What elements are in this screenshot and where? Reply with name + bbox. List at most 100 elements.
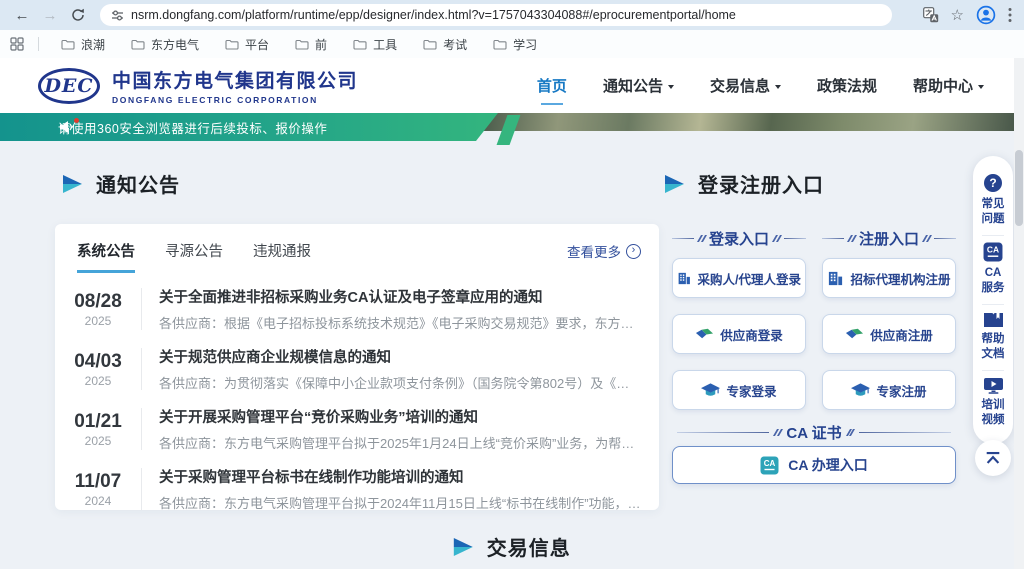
announcement-row[interactable]: 08/28 2025 关于全面推进非招标采购业务CA认证及电子签章应用的通知 各… xyxy=(55,279,659,339)
nav-label: 帮助中心 xyxy=(913,75,973,96)
announcement-row[interactable]: 01/21 2025 关于开展采购管理平台“竞价采购业务”培训的通知 各供应商：… xyxy=(55,399,659,459)
main-nav: 首页 通知公告 交易信息 政策法规 帮助中心 xyxy=(537,75,984,96)
supplier-login-button[interactable]: 供应商登录 xyxy=(672,314,806,354)
announcement-row[interactable]: 11/07 2024 关于采购管理平台标书在线制作功能培训的通知 各供应商：东方… xyxy=(55,459,659,519)
button-label: 招标代理机构注册 xyxy=(850,269,950,288)
building-icon xyxy=(827,270,844,287)
chevron-down-icon xyxy=(668,85,674,89)
handshake-icon xyxy=(695,327,714,341)
chevron-down-icon xyxy=(978,85,984,89)
translate-icon[interactable] xyxy=(923,7,939,23)
announcements-section-title: 通知公告 xyxy=(60,169,180,198)
decorative-line xyxy=(859,432,951,433)
profile-avatar-icon[interactable] xyxy=(976,5,996,25)
folder-icon xyxy=(295,39,309,50)
button-label: 专家登录 xyxy=(726,381,776,400)
back-button[interactable]: ← xyxy=(10,3,34,27)
tab-sourcing-announcements[interactable]: 寻源公告 xyxy=(165,240,223,273)
graduation-cap-icon xyxy=(851,382,870,398)
year-text: 2024 xyxy=(55,494,141,508)
supplier-register-button[interactable]: 供应商注册 xyxy=(822,314,956,354)
decorative-line xyxy=(672,238,694,239)
year-text: 2025 xyxy=(55,314,141,328)
purchaser-agent-login-button[interactable]: 采购人/代理人登录 xyxy=(672,258,806,298)
tab-system-announcements[interactable]: 系统公告 xyxy=(77,240,135,273)
forward-button[interactable]: → xyxy=(38,3,62,27)
bookmark-folder-pingtai[interactable]: 平台 xyxy=(217,34,277,55)
decorative-slashes xyxy=(775,429,780,436)
announcement-row[interactable]: 04/03 2025 关于规范供应商企业规模信息的通知 各供应商：为贯彻落实《保… xyxy=(55,339,659,399)
back-to-top-button[interactable] xyxy=(975,440,1011,476)
announcement-title[interactable]: 关于规范供应商企业规模信息的通知 xyxy=(159,346,641,367)
announcement-title[interactable]: 关于开展采购管理平台“竞价采购业务”培训的通知 xyxy=(159,406,641,427)
question-icon: ? xyxy=(983,173,1003,193)
quick-nav-label: 帮助文档 xyxy=(980,332,1006,362)
section-title-text: 登录注册入口 xyxy=(698,169,824,198)
bookmark-folder-qian[interactable]: 前 xyxy=(287,34,335,55)
quick-nav-training-videos[interactable]: 培训视频 xyxy=(973,371,1013,436)
ca-application-entry-button[interactable]: CA CA 办理入口 xyxy=(672,446,956,484)
announcement-title[interactable]: 关于采购管理平台标书在线制作功能培训的通知 xyxy=(159,466,641,487)
expert-register-button[interactable]: 专家注册 xyxy=(822,370,956,410)
menu-dots-icon[interactable] xyxy=(1008,7,1012,23)
bookmark-folder-langchao[interactable]: 浪潮 xyxy=(53,34,113,55)
scrollbar-thumb[interactable] xyxy=(1015,150,1023,226)
nav-announcements[interactable]: 通知公告 xyxy=(603,75,674,96)
year-text: 2025 xyxy=(55,434,141,448)
nav-help-center[interactable]: 帮助中心 xyxy=(913,75,984,96)
bookmark-label: 工具 xyxy=(373,36,397,53)
date-text: 08/28 xyxy=(55,291,141,313)
announcement-title[interactable]: 关于全面推进非招标采购业务CA认证及电子签章应用的通知 xyxy=(159,286,641,307)
url-text: nsrm.dongfang.com/platform/runtime/epp/d… xyxy=(131,8,736,22)
bookmark-star-icon[interactable]: ☆ xyxy=(951,8,964,23)
quick-nav-label: 培训视频 xyxy=(980,398,1006,428)
scrollbar-track[interactable] xyxy=(1014,58,1024,569)
site-header: DEC 中国东方电气集团有限公司 DONGFANG ELECTRIC CORPO… xyxy=(0,58,1024,113)
date-text: 11/07 xyxy=(55,471,141,493)
quick-nav-ca-service[interactable]: CA CA服务 xyxy=(973,236,1013,304)
announcement-tabs: 系统公告 寻源公告 违规通报 查看更多 › xyxy=(55,224,659,273)
decorative-line xyxy=(934,238,956,239)
nav-policies[interactable]: 政策法规 xyxy=(817,75,877,96)
announcement-date: 11/07 2024 xyxy=(55,471,141,508)
bidding-agency-register-button[interactable]: 招标代理机构注册 xyxy=(822,258,956,298)
bookmark-folder-gongju[interactable]: 工具 xyxy=(345,34,405,55)
folder-icon xyxy=(61,39,75,50)
bookmark-label: 东方电气 xyxy=(151,36,199,53)
toolbar-icons: ☆ xyxy=(923,5,1014,25)
button-label: 专家注册 xyxy=(876,381,926,400)
site-settings-icon[interactable] xyxy=(111,9,124,22)
announcement-desc: 各供应商：为贯彻落实《保障中小企业款项支付条例》（国务院令第802号）及《中小企… xyxy=(159,373,641,392)
folder-icon xyxy=(423,39,437,50)
expert-login-button[interactable]: 专家登录 xyxy=(672,370,806,410)
graduation-cap-icon xyxy=(701,382,720,398)
to-top-icon xyxy=(984,451,1002,465)
nav-trade-info[interactable]: 交易信息 xyxy=(710,75,781,96)
button-label: 供应商注册 xyxy=(870,325,933,344)
apps-grid-icon[interactable] xyxy=(10,37,24,51)
reload-button[interactable] xyxy=(66,3,90,27)
subheader-text: CA 证书 xyxy=(786,422,841,443)
notice-banner-text: 请使用360安全浏览器进行后续投标、报价操作 xyxy=(58,118,327,137)
bookmark-folder-xuexi[interactable]: 学习 xyxy=(485,34,545,55)
announcement-desc: 各供应商：东方电气采购管理平台拟于2025年1月24日上线“竞价采购”业务，为帮… xyxy=(159,433,641,452)
quick-nav-faq[interactable]: ? 常见问题 xyxy=(973,167,1013,235)
svg-text:CA: CA xyxy=(764,459,776,468)
announcement-list: 08/28 2025 关于全面推进非招标采购业务CA认证及电子签章应用的通知 各… xyxy=(55,273,659,519)
view-more-link[interactable]: 查看更多 › xyxy=(567,241,641,261)
video-icon xyxy=(983,377,1004,394)
tab-violation-reports[interactable]: 违规通报 xyxy=(253,240,311,273)
dec-logo-icon: DEC xyxy=(38,68,100,104)
quick-nav-help-docs[interactable]: 帮助文档 xyxy=(973,305,1013,370)
quick-nav-label: 常见问题 xyxy=(980,197,1006,227)
bookmark-folder-kaoshi[interactable]: 考试 xyxy=(415,34,475,55)
nav-home[interactable]: 首页 xyxy=(537,75,567,96)
url-bar[interactable]: nsrm.dongfang.com/platform/runtime/epp/d… xyxy=(100,4,892,26)
company-logo: DEC 中国东方电气集团有限公司 DONGFANG ELECTRIC CORPO… xyxy=(38,66,358,105)
date-text: 04/03 xyxy=(55,351,141,373)
bookmark-folder-dongfang[interactable]: 东方电气 xyxy=(123,34,207,55)
section-arrow-icon xyxy=(60,174,83,194)
decorative-slashes xyxy=(849,235,854,242)
bookmark-label: 浪潮 xyxy=(81,36,105,53)
trade-info-section-title: 交易信息 xyxy=(451,532,571,561)
